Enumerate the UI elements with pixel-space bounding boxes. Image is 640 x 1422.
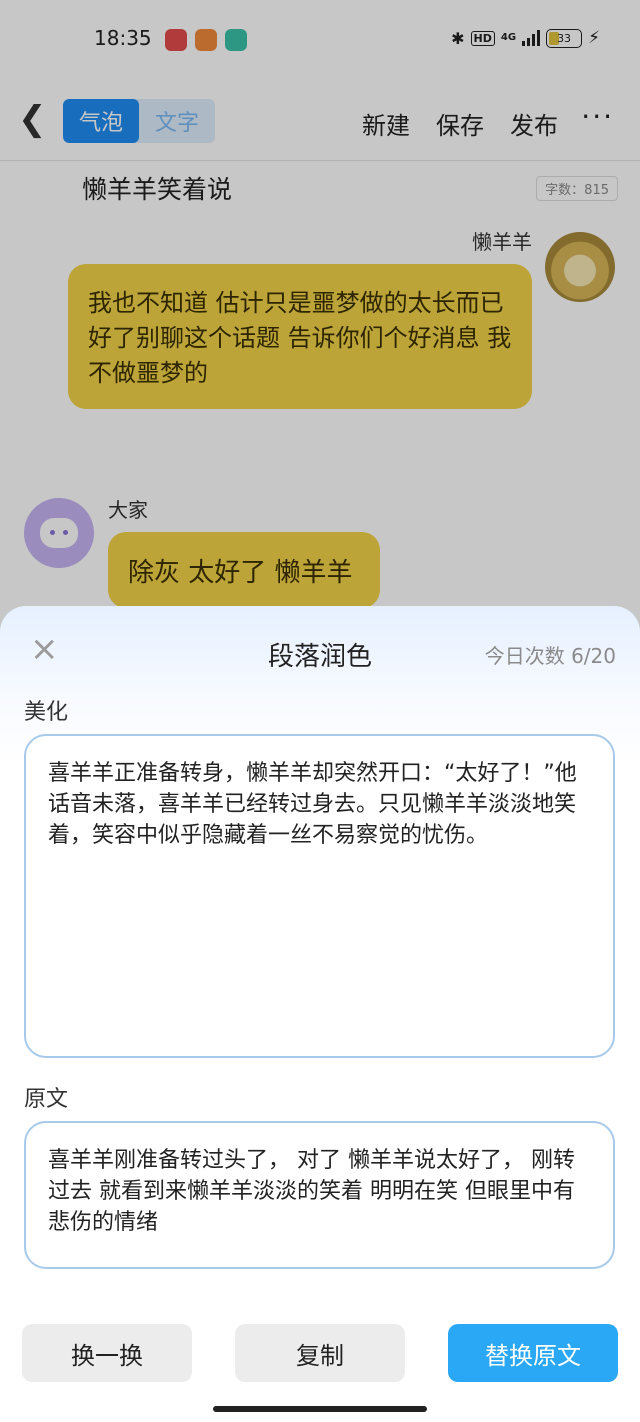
refresh-button[interactable]: 换一换 <box>22 1324 192 1382</box>
home-indicator[interactable] <box>213 1406 427 1412</box>
polish-sheet: × 段落润色 今日次数 6/20 美化 喜羊羊正准备转身，懒羊羊却突然开口：“太… <box>0 606 640 1422</box>
daily-quota: 今日次数 6/20 <box>484 644 616 668</box>
original-label: 原文 <box>24 1087 69 1112</box>
beautified-label: 美化 <box>24 700 69 725</box>
beautified-text-box[interactable]: 喜羊羊正准备转身，懒羊羊却突然开口：“太好了！”他话音未落，喜羊羊已经转过身去。… <box>24 734 615 1058</box>
replace-original-button[interactable]: 替换原文 <box>448 1324 618 1382</box>
original-text-box[interactable]: 喜羊羊刚准备转过头了， 对了 懒羊羊说太好了， 刚转过去 就看到来懒羊羊淡淡的笑… <box>24 1121 615 1269</box>
copy-button[interactable]: 复制 <box>235 1324 405 1382</box>
